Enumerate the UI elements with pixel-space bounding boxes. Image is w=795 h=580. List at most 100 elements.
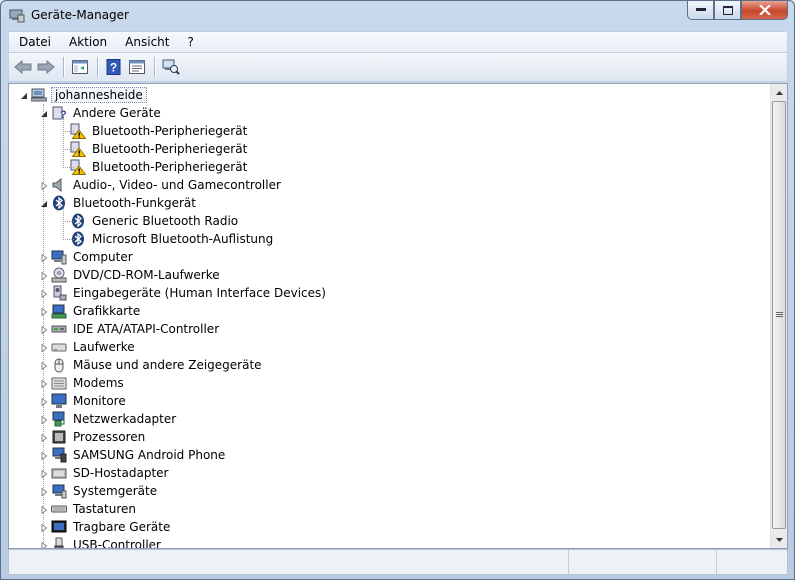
- expand-icon[interactable]: [39, 307, 48, 316]
- display-adapter-icon: [51, 303, 67, 319]
- modem-icon: [51, 375, 67, 391]
- tree-item-label: Tragbare Geräte: [73, 520, 171, 534]
- expand-icon[interactable]: [39, 181, 48, 190]
- expand-icon[interactable]: [39, 253, 48, 262]
- collapse-icon[interactable]: [19, 91, 28, 100]
- status-pane-tertiary: [717, 550, 787, 574]
- tree-category[interactable]: Tastaturen: [51, 500, 138, 518]
- expand-icon[interactable]: [39, 289, 48, 298]
- scroll-down-button[interactable]: [771, 531, 787, 548]
- tree-item-label: Andere Geräte: [73, 106, 161, 120]
- scrollbar-thumb[interactable]: [772, 101, 786, 529]
- menu-help[interactable]: ?: [177, 32, 201, 52]
- tree-category[interactable]: SAMSUNG Android Phone: [51, 446, 227, 464]
- expand-icon[interactable]: [39, 325, 48, 334]
- expand-icon[interactable]: [39, 505, 48, 514]
- tree-category[interactable]: Systemgeräte: [51, 482, 159, 500]
- expand-icon[interactable]: [39, 523, 48, 532]
- svg-text:?: ?: [110, 61, 117, 75]
- device-manager-app-icon: [9, 7, 25, 23]
- back-button[interactable]: [12, 56, 34, 78]
- computer-root-icon: [31, 87, 47, 103]
- bluetooth-icon: [51, 195, 67, 211]
- collapse-icon[interactable]: [39, 109, 48, 118]
- tree-category[interactable]: SD-Hostadapter: [51, 464, 170, 482]
- tree-item-label: Grafikkarte: [73, 304, 141, 318]
- tree-category[interactable]: Eingabegeräte (Human Interface Devices): [51, 284, 328, 302]
- speaker-icon: [51, 177, 67, 193]
- expand-icon[interactable]: [39, 451, 48, 460]
- toolbar-separator: [63, 57, 64, 77]
- expand-icon[interactable]: [39, 361, 48, 370]
- console-tree-button[interactable]: [69, 56, 91, 78]
- maximize-button[interactable]: [714, 1, 741, 20]
- usb-icon: [51, 537, 67, 548]
- menu-aktion[interactable]: Aktion: [59, 32, 115, 52]
- tree-category[interactable]: IDE ATA/ATAPI-Controller: [51, 320, 221, 338]
- tree-category[interactable]: DVD/CD-ROM-Laufwerke: [51, 266, 222, 284]
- expand-icon[interactable]: [39, 397, 48, 406]
- tree-item-label: Tastaturen: [73, 502, 136, 516]
- close-button[interactable]: [741, 1, 788, 20]
- tree-category[interactable]: Computer: [51, 248, 135, 266]
- expand-icon[interactable]: [39, 469, 48, 478]
- expand-icon[interactable]: [39, 433, 48, 442]
- tree-item-label: DVD/CD-ROM-Laufwerke: [73, 268, 220, 282]
- tree-device[interactable]: Microsoft Bluetooth-Auflistung: [70, 230, 275, 248]
- menu-datei[interactable]: Datei: [9, 32, 59, 52]
- tree-device[interactable]: Bluetooth-Peripheriegerät: [70, 158, 249, 176]
- tree-item-label: Mäuse und andere Zeigegeräte: [73, 358, 262, 372]
- tree-item-label: Monitore: [73, 394, 126, 408]
- tree-category[interactable]: Prozessoren: [51, 428, 147, 446]
- tree-item-label: Modems: [73, 376, 124, 390]
- tree-connector-line: [63, 208, 64, 240]
- scan-hardware-button[interactable]: [160, 56, 182, 78]
- tree-category[interactable]: Modems: [51, 374, 126, 392]
- forward-button[interactable]: [35, 56, 57, 78]
- tree-category[interactable]: Monitore: [51, 392, 128, 410]
- tree-category[interactable]: USB-Controller: [51, 536, 163, 548]
- help-button[interactable]: ?: [103, 56, 125, 78]
- tree-category[interactable]: Bluetooth-Funkgerät: [51, 194, 198, 212]
- caption-buttons: [687, 1, 788, 21]
- chevron-down-icon: [775, 537, 783, 542]
- title-bar[interactable]: Geräte-Manager: [1, 1, 794, 31]
- tree-category[interactable]: Tragbare Geräte: [51, 518, 172, 536]
- expand-icon[interactable]: [39, 487, 48, 496]
- tree-device[interactable]: Bluetooth-Peripheriegerät: [70, 122, 249, 140]
- collapse-icon[interactable]: [39, 199, 48, 208]
- dvd-drive-icon: [51, 267, 67, 283]
- tree-item-label: USB-Controller: [73, 538, 161, 548]
- vertical-scrollbar[interactable]: [770, 84, 787, 548]
- monitor-icon: [51, 393, 67, 409]
- keyboard-icon: [51, 501, 67, 517]
- minimize-button[interactable]: [687, 1, 714, 20]
- tree-category[interactable]: Audio-, Video- und Gamecontroller: [51, 176, 283, 194]
- tree-connector-line: [63, 221, 74, 222]
- expand-icon[interactable]: [39, 379, 48, 388]
- tree-category[interactable]: Mäuse und andere Zeigegeräte: [51, 356, 264, 374]
- tree-item-label: Netzwerkadapter: [73, 412, 177, 426]
- tree-device[interactable]: Bluetooth-Peripheriegerät: [70, 140, 249, 158]
- tree-category[interactable]: Grafikkarte: [51, 302, 142, 320]
- tree-category[interactable]: Netzwerkadapter: [51, 410, 178, 428]
- tree-connector-line: [63, 131, 74, 132]
- expand-icon[interactable]: [39, 541, 48, 548]
- expand-icon[interactable]: [39, 343, 48, 352]
- scroll-up-button[interactable]: [771, 84, 787, 101]
- tree-category[interactable]: Laufwerke: [51, 338, 137, 356]
- close-icon: [758, 5, 771, 15]
- tree-root-item[interactable]: johannesheide: [31, 86, 147, 104]
- tree-device[interactable]: Generic Bluetooth Radio: [70, 212, 240, 230]
- tree-item-label: Systemgeräte: [73, 484, 158, 498]
- expand-icon[interactable]: [39, 271, 48, 280]
- expand-icon[interactable]: [39, 415, 48, 424]
- properties-button[interactable]: [126, 56, 148, 78]
- portable-device-icon: [51, 519, 67, 535]
- tree-item-label: Bluetooth-Funkgerät: [73, 196, 196, 210]
- status-bar: [8, 549, 788, 575]
- tree-category[interactable]: ? Andere Geräte: [51, 104, 163, 122]
- tree-item-label: Microsoft Bluetooth-Auflistung: [92, 232, 274, 246]
- device-tree-view[interactable]: johannesheide ? Andere Geräte Bluetooth-Pe…: [8, 83, 788, 549]
- menu-ansicht[interactable]: Ansicht: [115, 32, 177, 52]
